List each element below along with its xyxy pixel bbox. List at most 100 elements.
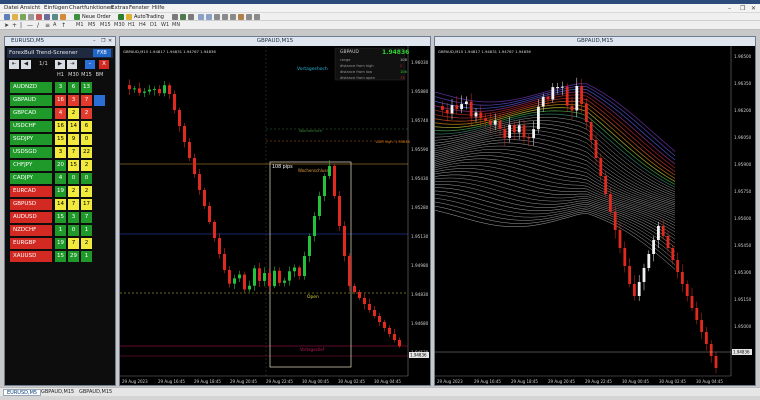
chart1-canvas[interactable]: 1.96030 1.95880 1.95740 1.95590 1.95430 1.952… <box>120 46 430 386</box>
screener-row[interactable]: CHFJPY 20 15 2 <box>8 160 108 171</box>
tf-h1[interactable]: H1 <box>128 22 135 29</box>
cursor-icon[interactable]: ➤ <box>4 22 9 29</box>
nav-last-icon[interactable]: ⇥ <box>67 60 77 69</box>
minimize-panel-icon[interactable]: – <box>85 60 95 69</box>
close-panel-button[interactable]: X <box>99 60 109 69</box>
candle-body <box>551 87 555 100</box>
symbol-cell[interactable]: CADJPY <box>10 173 52 184</box>
symbol-cell[interactable]: AUDNZD <box>10 82 52 93</box>
nav-prev-icon[interactable]: ◀ <box>21 60 31 69</box>
ema-ribbon-line <box>435 197 676 256</box>
menu-file[interactable]: Datei <box>4 4 19 13</box>
symbol-cell[interactable]: USDSGD <box>10 147 52 158</box>
new-chart-icon[interactable] <box>4 14 10 20</box>
tf-w1[interactable]: W1 <box>161 22 169 29</box>
terminal-icon[interactable] <box>44 14 50 20</box>
screener-row[interactable]: NZDCHF 1 0 1 <box>8 225 108 236</box>
tf-m1[interactable]: M1 <box>76 22 84 29</box>
indicators-icon[interactable] <box>238 14 244 20</box>
tab-gbpaud-m15-a[interactable]: GBPAUD,M15 <box>38 389 77 396</box>
autotrading-button[interactable]: AutoTrading <box>134 13 164 21</box>
tf-m30[interactable]: M30 <box>114 22 125 29</box>
menu-charts[interactable]: Chartfunktionen <box>69 4 114 13</box>
symbol-cell[interactable]: SGDJPY <box>10 134 52 145</box>
screener-row[interactable]: SGDJPY 15 9 0 <box>8 134 108 145</box>
tf-mn[interactable]: MN <box>172 22 180 29</box>
autoscroll-icon[interactable] <box>222 14 228 20</box>
tile-windows-icon[interactable] <box>214 14 220 20</box>
symbol-cell[interactable]: GBPCAD <box>10 108 52 119</box>
info-row-value: 108 <box>400 58 408 62</box>
zoom-out-icon[interactable] <box>206 14 212 20</box>
symbol-cell[interactable]: GBPAUD <box>10 95 52 106</box>
screener-row[interactable]: AUDNZD 3 6 13 <box>8 82 108 93</box>
vertical-line-icon[interactable]: | <box>20 22 22 29</box>
templates-icon[interactable] <box>254 14 260 20</box>
crosshair-icon[interactable]: + <box>12 22 17 29</box>
candlestick-icon[interactable] <box>180 14 186 20</box>
screener-row[interactable]: USDSGD 3 7 22 <box>8 147 108 158</box>
menu-window[interactable]: Fenster <box>129 4 149 13</box>
screener-row[interactable]: GBPUSD 14 7 17 <box>8 199 108 210</box>
screener-row[interactable]: USDCHF 16 14 6 <box>8 121 108 132</box>
strength-cell: 3 <box>55 147 66 158</box>
profiles-icon[interactable] <box>12 14 18 20</box>
new-order-button[interactable]: Neue Order <box>82 13 111 21</box>
menu-help[interactable]: Hilfe <box>152 4 165 13</box>
screener-restore-icon[interactable]: ❐ <box>101 37 105 46</box>
minimize-icon[interactable]: – <box>728 5 731 12</box>
menu-insert[interactable]: Einfügen <box>44 4 68 13</box>
screener-row[interactable]: GBPAUD 16 3 7 <box>8 95 108 106</box>
menu-view[interactable]: Ansicht <box>20 4 40 13</box>
screener-row[interactable]: GBPCAD 4 2 2 <box>8 108 108 119</box>
screener-close-icon[interactable]: ✕ <box>108 37 112 46</box>
symbol-cell[interactable]: USDCHF <box>10 121 52 132</box>
symbol-cell[interactable]: EURGBP <box>10 238 52 249</box>
tf-m15[interactable]: M15 <box>100 22 111 29</box>
symbol-cell[interactable]: AUDUSD <box>10 212 52 223</box>
screener-row[interactable]: AUDUSD 15 3 7 <box>8 212 108 223</box>
tf-d1[interactable]: D1 <box>150 22 157 29</box>
screener-row[interactable]: CADJPY 4 0 0 <box>8 173 108 184</box>
symbol-cell[interactable]: GBPUSD <box>10 199 52 210</box>
bar-chart-icon[interactable] <box>172 14 178 20</box>
metaeditor-icon[interactable] <box>118 14 124 20</box>
chart2-canvas[interactable]: 1.96500 1.96350 1.96200 1.96050 1.95900 1.957… <box>435 46 755 386</box>
text-tool-icon[interactable]: A <box>53 22 56 29</box>
restore-icon[interactable]: ❐ <box>740 5 745 12</box>
candle-body <box>308 236 311 256</box>
symbol-cell[interactable]: NZDCHF <box>10 225 52 236</box>
close-icon[interactable]: ✕ <box>751 5 756 12</box>
line-chart-icon[interactable] <box>188 14 194 20</box>
nav-next-icon[interactable]: ▶ <box>55 60 65 69</box>
market-watch-icon[interactable] <box>20 14 26 20</box>
chart-properties-icon[interactable] <box>60 14 66 20</box>
tab-gbpaud-m15-b[interactable]: GBPAUD,M15 <box>76 389 115 396</box>
tab-eurusd-m5[interactable]: EURUSD,M5 <box>3 389 42 396</box>
trendline-icon[interactable]: / <box>37 22 39 29</box>
chart-window-gbpaud-2[interactable]: GBPAUD,M15 1.96500 1.96350 1.96200 1.96050 1… <box>434 36 756 386</box>
tf-h4[interactable]: H4 <box>139 22 146 29</box>
symbol-cell[interactable]: EURCAD <box>10 186 52 197</box>
strategy-tester-icon[interactable] <box>52 14 58 20</box>
candle-body <box>318 196 321 216</box>
zoom-in-icon[interactable] <box>198 14 204 20</box>
screener-minimize-icon[interactable]: – <box>93 37 96 46</box>
horizontal-line-icon[interactable]: — <box>27 22 33 29</box>
chart-shift-icon[interactable] <box>230 14 236 20</box>
arrow-tool-icon[interactable]: ↑ <box>61 22 66 29</box>
chart-window-gbpaud-1[interactable]: GBPAUD,M15 1.96030 1.95880 1.95740 1.95590 1… <box>119 36 431 386</box>
nav-first-icon[interactable]: ⇤ <box>9 60 19 69</box>
menu-tools[interactable]: Extras <box>111 4 128 13</box>
fxb-button[interactable]: FXB <box>93 49 111 57</box>
data-window-icon[interactable] <box>28 14 34 20</box>
periods-icon[interactable] <box>246 14 252 20</box>
fibonacci-icon[interactable]: ≡ <box>45 22 50 29</box>
symbol-cell[interactable]: XAUUSD <box>10 251 52 262</box>
tf-m5[interactable]: M5 <box>88 22 96 29</box>
screener-row[interactable]: EURCAD 19 2 2 <box>8 186 108 197</box>
screener-row[interactable]: EURGBP 19 7 2 <box>8 238 108 249</box>
symbol-cell[interactable]: CHFJPY <box>10 160 52 171</box>
navigator-icon[interactable] <box>36 14 42 20</box>
screener-row[interactable]: XAUUSD 15 29 1 <box>8 251 108 262</box>
